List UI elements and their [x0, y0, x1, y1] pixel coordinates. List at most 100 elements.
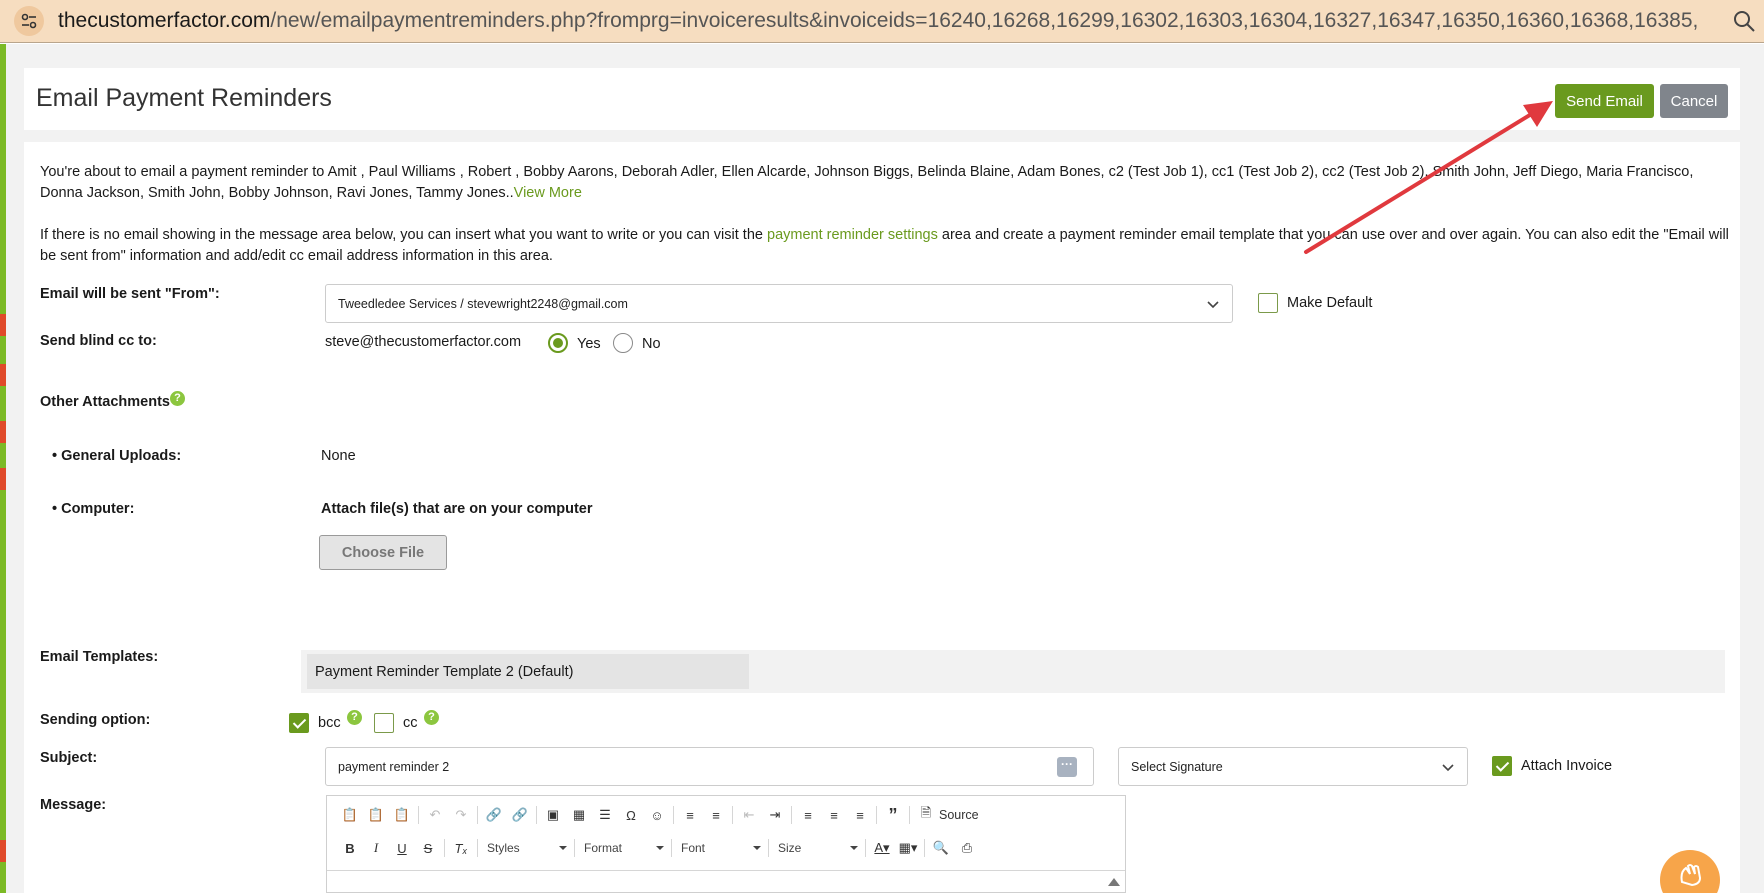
subject-input[interactable]: payment reminder 2 ··· [325, 747, 1094, 786]
recipients-text: You're about to email a payment reminder… [40, 164, 1694, 201]
help-icon[interactable]: ? [347, 710, 362, 725]
paste-word-icon[interactable]: 📋 [389, 803, 415, 827]
header-divider [24, 130, 1740, 142]
toolbar-separator [444, 839, 445, 857]
address-url[interactable]: thecustomerfactor.com/new/emailpaymentre… [58, 9, 1698, 33]
print-icon[interactable]: ⎙ [954, 836, 980, 860]
image-icon[interactable]: ▣ [540, 803, 566, 827]
toolbar-separator [671, 839, 672, 857]
bulleted-list-icon[interactable]: ≡ [703, 803, 729, 827]
bold-icon[interactable]: B [337, 836, 363, 860]
from-select-value: Tweedledee Services / stevewright2248@gm… [338, 296, 628, 311]
background-color-icon[interactable]: ▦▾ [895, 836, 921, 860]
link-icon[interactable]: 🔗 [481, 803, 507, 827]
toolbar-separator [768, 839, 769, 857]
bcc-label: bcc [318, 715, 341, 731]
blind-cc-no-label: No [642, 336, 661, 352]
source-label[interactable]: Source [939, 808, 979, 822]
choose-file-button[interactable]: Choose File [319, 535, 447, 570]
help-icon[interactable]: ? [424, 710, 439, 725]
general-uploads-label: • General Uploads: [52, 448, 182, 464]
zoom-search-icon[interactable] [1732, 9, 1756, 38]
payment-reminder-settings-link[interactable]: payment reminder settings [767, 227, 938, 243]
from-label: Email will be sent "From": [40, 286, 220, 302]
source-icon[interactable]: 🗎 [913, 803, 939, 827]
special-char-icon[interactable]: Ω [618, 803, 644, 827]
site-settings-icon[interactable] [14, 6, 44, 36]
page-title: Email Payment Reminders [36, 84, 332, 112]
remove-format-icon[interactable]: Tₓ [448, 836, 474, 860]
size-combo[interactable]: Size [772, 836, 862, 860]
styles-combo[interactable]: Styles [481, 836, 571, 860]
dropdown-arrow-icon [656, 846, 664, 850]
signature-select[interactable]: Select Signature [1118, 747, 1468, 786]
url-path: /new/emailpaymentreminders.php?fromprg=i… [270, 9, 1698, 32]
info-paragraph: If there is no email showing in the mess… [40, 225, 1730, 267]
outdent-icon[interactable]: ⇤ [736, 803, 762, 827]
blind-cc-email: steve@thecustomerfactor.com [325, 334, 522, 350]
cancel-button[interactable]: Cancel [1660, 84, 1728, 118]
font-combo[interactable]: Font [675, 836, 765, 860]
send-email-button[interactable]: Send Email [1555, 84, 1654, 118]
resize-triangle-icon[interactable] [1107, 877, 1121, 887]
toolbar-separator [865, 839, 866, 857]
computer-label: • Computer: [52, 501, 135, 517]
blockquote-icon[interactable]: ” [880, 803, 906, 827]
paste-text-icon[interactable]: 📋 [363, 803, 389, 827]
format-combo[interactable]: Format [578, 836, 668, 860]
dropdown-arrow-icon [753, 846, 761, 850]
blind-cc-yes-radio[interactable] [548, 333, 568, 353]
recipients-paragraph: You're about to email a payment reminder… [40, 162, 1730, 204]
toolbar-separator [909, 806, 910, 824]
template-select[interactable]: Payment Reminder Template 2 (Default) [307, 654, 749, 689]
other-attachments-title: Other Attachments [40, 394, 170, 410]
url-host: thecustomerfactor.com [58, 9, 271, 32]
paste-icon[interactable]: 📋 [337, 803, 363, 827]
italic-icon[interactable]: I [363, 836, 389, 860]
info-text-before: If there is no email showing in the mess… [40, 227, 767, 243]
text-color-icon[interactable]: A▾ [869, 836, 895, 860]
subject-value: payment reminder 2 [338, 759, 450, 774]
blind-cc-no-radio[interactable] [613, 333, 633, 353]
cc-label: cc [403, 715, 418, 731]
redo-icon[interactable]: ↷ [448, 803, 474, 827]
sending-option-label: Sending option: [40, 712, 151, 728]
align-left-icon[interactable]: ≡ [795, 803, 821, 827]
emoji-icon[interactable]: ☺ [644, 803, 670, 827]
indent-icon[interactable]: ⇥ [762, 803, 788, 827]
message-editor: 📋 📋 📋 ↶ ↷ 🔗 🔗 ▣ ▦ ☰ Ω ☺ ≡ ≡ ⇤ ⇥ ≡ ≡ ≡ ” … [326, 795, 1126, 893]
align-right-icon[interactable]: ≡ [847, 803, 873, 827]
attach-invoice-checkbox[interactable] [1492, 756, 1512, 776]
table-icon[interactable]: ▦ [566, 803, 592, 827]
computer-attach-text: Attach file(s) that are on your computer [321, 501, 593, 517]
toolbar-separator [477, 806, 478, 824]
font-label: Font [681, 841, 706, 855]
underline-icon[interactable]: U [389, 836, 415, 860]
help-icon[interactable]: ? [170, 391, 185, 406]
signature-placeholder: Select Signature [1131, 759, 1223, 774]
more-options-icon[interactable]: ··· [1057, 757, 1077, 777]
cc-checkbox[interactable] [374, 713, 394, 733]
strikethrough-icon[interactable]: S [415, 836, 441, 860]
horizontal-line-icon[interactable]: ☰ [592, 803, 618, 827]
undo-icon[interactable]: ↶ [422, 803, 448, 827]
size-label: Size [778, 841, 802, 855]
browser-address-bar: thecustomerfactor.com/new/emailpaymentre… [0, 0, 1764, 43]
format-label: Format [584, 841, 623, 855]
make-default-label: Make Default [1287, 295, 1373, 311]
blind-cc-label: Send blind cc to: [40, 333, 157, 349]
bcc-checkbox[interactable] [289, 713, 309, 733]
dropdown-arrow-icon [850, 846, 858, 850]
align-center-icon[interactable]: ≡ [821, 803, 847, 827]
preview-icon[interactable]: 🔍 [928, 836, 954, 860]
from-select[interactable]: Tweedledee Services / stevewright2248@gm… [325, 284, 1233, 323]
general-uploads-value: None [321, 448, 356, 464]
editor-toolbar-row-1: 📋 📋 📋 ↶ ↷ 🔗 🔗 ▣ ▦ ☰ Ω ☺ ≡ ≡ ⇤ ⇥ ≡ ≡ ≡ ” … [337, 802, 979, 828]
numbered-list-icon[interactable]: ≡ [677, 803, 703, 827]
toolbar-separator [876, 806, 877, 824]
subject-label: Subject: [40, 750, 98, 766]
view-more-link[interactable]: View More [514, 185, 582, 201]
editor-body[interactable] [327, 870, 1125, 893]
make-default-checkbox[interactable] [1258, 293, 1278, 313]
unlink-icon[interactable]: 🔗 [507, 803, 533, 827]
